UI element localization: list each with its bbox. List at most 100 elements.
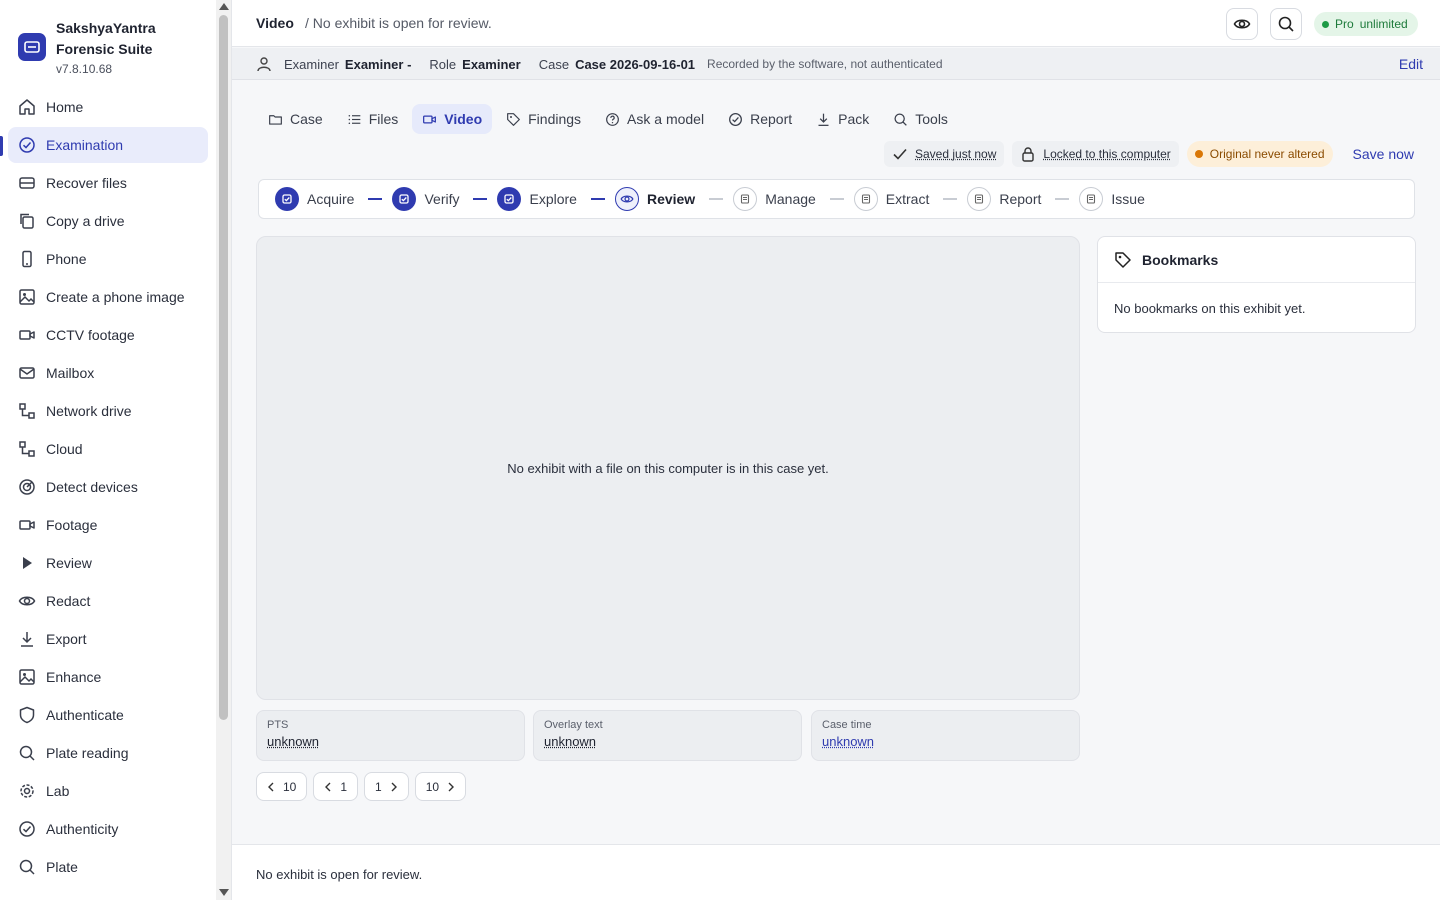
eye-icon [18,596,36,606]
step-explore[interactable]: Explore [497,187,614,211]
sidebar-item-create-a-phone-image[interactable]: Create a phone image [8,279,208,315]
eye-icon [620,195,634,203]
page-title: Video [256,15,294,31]
step-done-icon [504,194,515,204]
tab-tools[interactable]: Tools [883,104,958,134]
image-icon [19,669,35,685]
overlay-text-field: Overlay text unknown [533,710,802,761]
tab-case[interactable]: Case [258,104,333,134]
app-logo-icon [18,33,46,61]
sidebar-item-authenticity[interactable]: Authenticity [8,811,208,847]
step-verify[interactable]: Verify [392,187,497,211]
step-review[interactable]: Review [614,187,733,211]
step-issue[interactable]: Issue [1079,187,1145,211]
step-marker [497,187,522,211]
sidebar-scrollbar[interactable] [216,0,231,900]
sidebar-item-authenticate[interactable]: Authenticate [8,697,208,733]
tab-report[interactable]: Report [718,104,802,134]
download-icon [818,113,829,126]
original-text: Original never altered [1209,147,1325,161]
step-connector [709,198,724,200]
back-10-button[interactable]: 10 [256,772,308,801]
home-icon [19,99,35,115]
search-icon [1278,16,1294,32]
sidebar-item-plate[interactable]: Plate [8,849,208,885]
sidebar-item-label: Phone [46,251,87,267]
chevron-left-icon [325,782,331,791]
forward-10-button[interactable]: 10 [414,772,467,801]
step-report[interactable]: Report [967,187,1079,211]
tab-label: Report [750,111,793,127]
step-acquire[interactable]: Acquire [275,187,392,211]
sidebar-item-recover-files[interactable]: Recover files [8,165,208,201]
network-icon [19,441,35,457]
step-marker [614,187,639,211]
sidebar-item-enhance[interactable]: Enhance [8,659,208,695]
sidebar-item-redact[interactable]: Redact [8,583,208,619]
sidebar-nav: Home Examination Recover files Copy a drive… [8,89,208,887]
sidebar-item-phone[interactable]: Phone [8,241,208,277]
sidebar-item-copy-a-drive[interactable]: Copy a drive [8,203,208,239]
step-manage[interactable]: Manage [733,187,854,211]
sidebar-item-label: Redact [46,593,91,609]
tab-findings[interactable]: Findings [496,104,591,134]
sidebar-item-cloud[interactable]: Cloud [8,431,208,467]
scroll-thumb[interactable] [219,15,228,720]
sidebar-item-label: Network drive [46,403,132,419]
tab-label: Case [290,111,323,127]
sidebar-item-plate-reading[interactable]: Plate reading [8,735,208,771]
step-label: Review [646,191,696,207]
scroll-up-icon[interactable] [219,3,229,10]
tab-label: Video [444,111,483,127]
tab-pack[interactable]: Pack [806,104,879,134]
app-name: SakshyaYantra [56,20,156,36]
saved-status[interactable]: Saved just now [884,141,1005,167]
sidebar-item-network-drive[interactable]: Network drive [8,393,208,429]
sidebar-item-cctv-footage[interactable]: CCTV footage [8,317,208,353]
sidebar-item-detect-devices[interactable]: Detect devices [8,469,208,505]
gear-icon [20,784,34,798]
step-marker [967,187,992,211]
step-label: Verify [424,191,460,207]
search-button[interactable] [1270,8,1302,40]
scroll-down-icon[interactable] [219,889,229,896]
tab-video[interactable]: Video [412,104,493,134]
sidebar-item-lab[interactable]: Lab [8,773,208,809]
sidebar-item-examination[interactable]: Examination [8,127,208,163]
search-icon [19,859,35,875]
pro-label: Pro [1335,17,1354,31]
check-circle-icon [729,112,743,126]
field-value[interactable]: unknown [267,734,514,749]
app-version: v7.8.10.68 [56,62,113,76]
step-extract[interactable]: Extract [853,187,968,211]
save-now-button[interactable]: Save now [1353,146,1414,162]
field-value[interactable]: unknown [822,734,1069,749]
mail-icon [19,367,35,379]
forward-1-button[interactable]: 1 [364,772,409,801]
field-value[interactable]: unknown [544,734,791,749]
lock-icon [1022,147,1035,162]
app-name-sub: Forensic Suite [56,41,153,57]
locked-status[interactable]: Locked to this computer [1012,141,1179,167]
step-label: Issue [1111,191,1145,207]
sidebar-item-review[interactable]: Review [8,545,208,581]
section-tabs: Case Files Video Findings Ask a model Report P… [258,104,958,134]
sidebar-item-mailbox[interactable]: Mailbox [8,355,208,391]
edit-link[interactable]: Edit [1399,56,1423,72]
status-row: Saved just now Locked to this computer O… [884,141,1414,167]
help-icon [606,112,619,126]
pro-value: unlimited [1359,17,1408,31]
tab-label: Findings [528,111,582,127]
case-value: Case 2026-09-16-01 [575,56,696,72]
sidebar-item-footage[interactable]: Footage [8,507,208,543]
video-viewer: No exhibit with a file on this computer … [256,236,1080,700]
tab-files[interactable]: Files [337,104,409,134]
chevron-left-icon [268,782,274,791]
step-connector [368,198,383,200]
back-1-button[interactable]: 1 [313,772,359,801]
preview-button[interactable] [1226,8,1258,40]
sidebar-item-home[interactable]: Home [8,89,208,125]
tab-ask-a-model[interactable]: Ask a model [595,104,714,134]
sidebar-item-export[interactable]: Export [8,621,208,657]
step-connector [829,198,844,200]
